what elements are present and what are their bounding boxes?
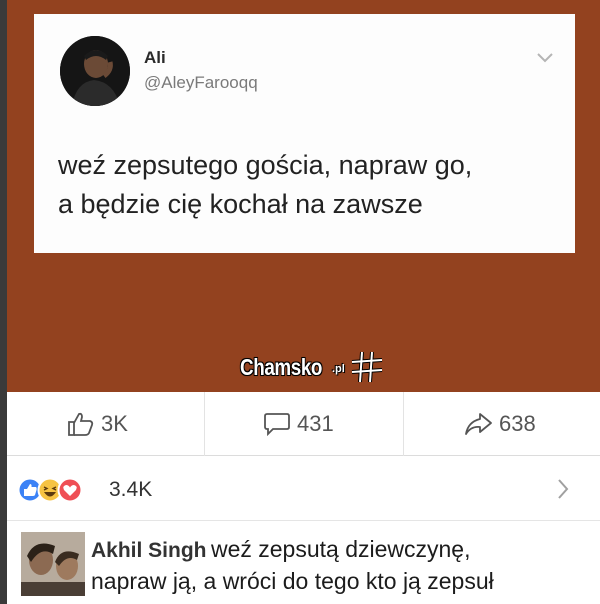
tweet-author-handle[interactable]: @AleyFarooqq [144, 73, 258, 93]
tweet-avatar-image [60, 36, 130, 106]
chevron-down-icon[interactable] [536, 52, 554, 64]
tweet-avatar[interactable] [60, 36, 130, 106]
comment-item: Akhil Singh weź zepsutą dziewczynę, napr… [7, 522, 600, 604]
speech-bubble-icon [264, 413, 290, 437]
love-icon [57, 477, 83, 503]
comment-text-line-1: weź zepsutą dziewczynę, [210, 536, 471, 562]
watermark-tld: .pl [332, 363, 345, 375]
comment-count: 431 [297, 411, 334, 436]
comment-text-line-2: napraw ją, a wróci do tego kto ją zepsuł [91, 568, 494, 594]
thumbs-up-icon [68, 412, 94, 436]
tweet-text-line-2: a będzie cię kochał na zawsze [58, 189, 423, 219]
share-arrow-icon [465, 413, 492, 435]
tweet-text-line-1: weź zepsutego gościa, napraw go, [58, 150, 473, 180]
comment-button[interactable]: 431 [263, 392, 334, 456]
reaction-count: 3.4K [109, 478, 153, 501]
tweet-author-name[interactable]: Ali [144, 48, 166, 68]
tweet-text: weź zepsutego gościa, napraw go, a będzi… [58, 146, 558, 224]
chevron-right-icon[interactable] [555, 477, 571, 501]
post-actions-bar: 3K 431 638 [7, 392, 600, 456]
watermark-brand: Chamsko [240, 353, 323, 380]
comment-avatar[interactable] [21, 532, 85, 596]
comment-author-name[interactable]: Akhil Singh [91, 539, 207, 562]
comment-avatar-image [21, 532, 85, 596]
like-count: 3K [101, 411, 128, 436]
reactions-summary[interactable]: 3.4K [7, 457, 600, 521]
share-count: 638 [499, 411, 536, 436]
comment-first-line: Akhil Singh weź zepsutą dziewczynę, [91, 536, 470, 563]
share-button[interactable]: 638 [463, 392, 536, 456]
left-edge-rail [0, 0, 7, 604]
watermark: Chamsko .pl [240, 344, 383, 390]
reaction-icons [17, 477, 83, 503]
action-divider [204, 392, 205, 456]
tweet-card: Ali @AleyFarooqq weź zepsutego gościa, n… [34, 14, 575, 253]
hashtag-logo-icon [351, 351, 383, 383]
like-button[interactable]: 3K [67, 392, 128, 456]
action-divider [403, 392, 404, 456]
